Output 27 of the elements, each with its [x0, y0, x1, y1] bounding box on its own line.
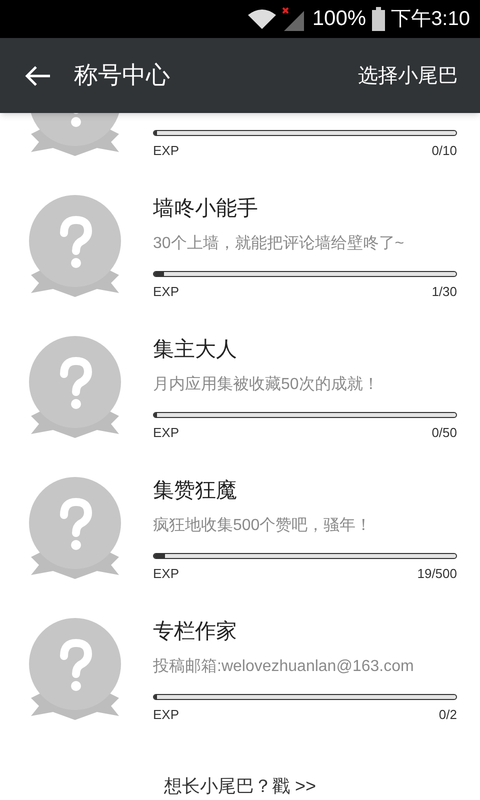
- battery-percent: 100%: [312, 6, 366, 32]
- title-description: 30个上墙，就能把评论墙给壁咚了~: [153, 234, 406, 254]
- title-name: 专栏作家: [153, 619, 238, 645]
- exp-label: EXP: [153, 283, 180, 301]
- page-title: 称号中心: [74, 60, 170, 90]
- exp-label: EXP: [153, 424, 180, 442]
- title-description: 月内应用集被收藏50次的成就！: [153, 374, 380, 395]
- choose-tail-button[interactable]: 选择小尾巴: [358, 60, 458, 90]
- signal-icon: [282, 7, 306, 31]
- back-arrow-icon: [24, 64, 52, 88]
- exp-label: EXP: [153, 706, 180, 724]
- title-description: 疯狂地收集500个赞吧，骚年！: [153, 516, 373, 536]
- exp-label: EXP: [153, 565, 180, 583]
- title-name: 墙咚小能手: [153, 196, 259, 222]
- exp-label: EXP: [153, 142, 180, 160]
- exp-reading: 0/2: [438, 706, 457, 724]
- footer-link[interactable]: 想长小尾巴？戳 >>: [164, 773, 316, 800]
- title-description: 投稿邮箱:welovezhuanlan@163.com: [153, 656, 415, 677]
- clock: 下午3:10: [391, 7, 470, 32]
- battery-icon: [372, 7, 386, 31]
- title-name: 集主大人: [153, 337, 238, 363]
- exp-reading: 0/10: [432, 142, 457, 160]
- exp-reading: 0/50: [432, 424, 457, 442]
- exp-reading: 19/500: [417, 565, 457, 583]
- wifi-icon: [248, 9, 276, 29]
- exp-reading: 1/30: [432, 283, 457, 301]
- title-name: 集赞狂魔: [153, 478, 238, 504]
